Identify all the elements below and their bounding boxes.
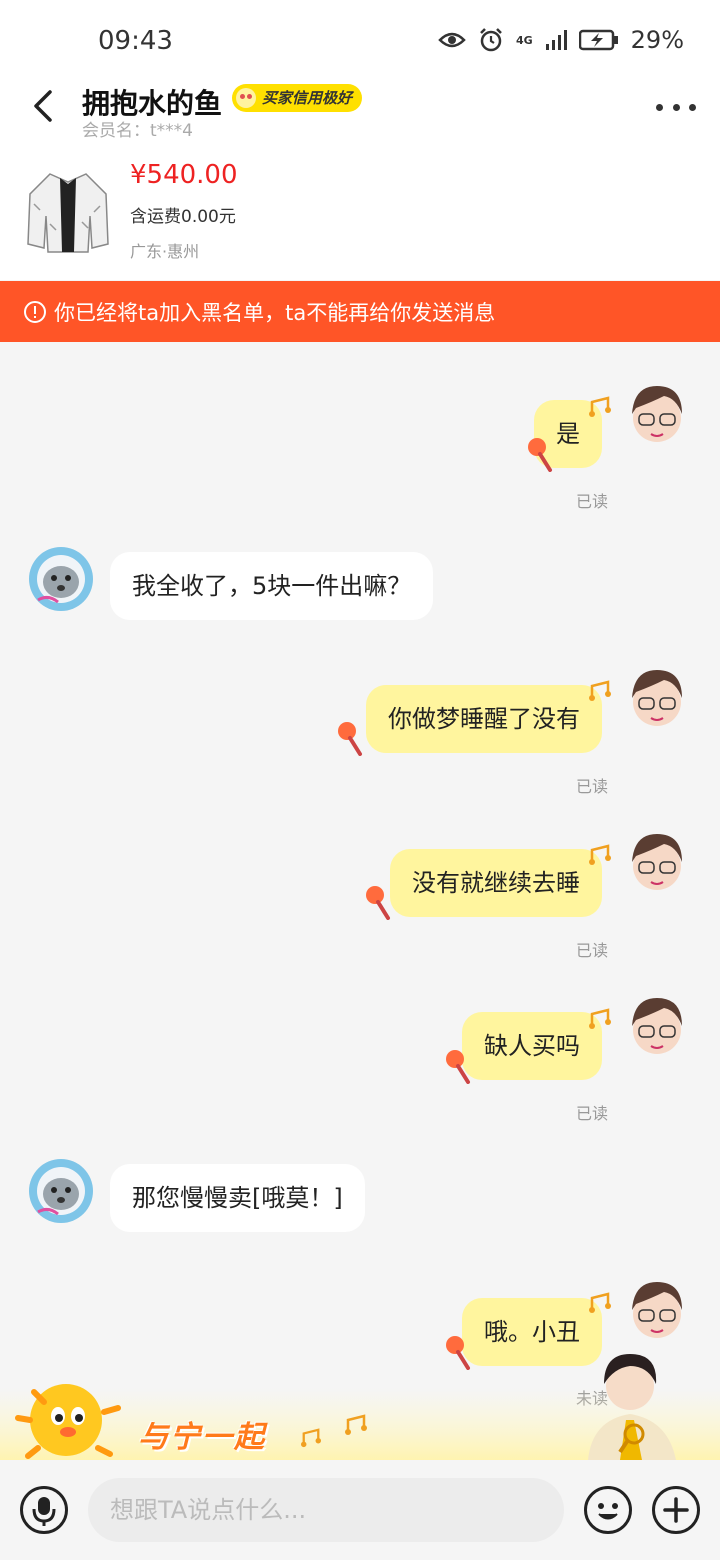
my-avatar[interactable] bbox=[624, 828, 690, 898]
partner-avatar[interactable] bbox=[28, 1156, 94, 1226]
message-text: 没有就继续去睡 bbox=[412, 869, 580, 897]
product-card[interactable]: ¥540.00 含运费0.00元 广东·惠州 bbox=[0, 150, 720, 280]
read-status: 已读 bbox=[576, 1104, 609, 1123]
alarm-icon bbox=[480, 28, 502, 52]
message-list[interactable]: 是 已读 我全收了，5块一件出嘛？ 你做梦睡醒了没有 已读 没有就继续去睡 已读… bbox=[0, 342, 720, 1458]
signal-icon bbox=[545, 30, 567, 50]
music-note-icon bbox=[301, 1428, 321, 1448]
music-note-icon bbox=[589, 1008, 611, 1029]
music-note-icon bbox=[589, 844, 611, 865]
microphone-deco-icon bbox=[446, 1050, 470, 1084]
message-bubble[interactable]: 那您慢慢卖[哦莫！] bbox=[110, 1164, 365, 1232]
product-location: 广东·惠州 bbox=[130, 242, 200, 261]
voice-input-button[interactable] bbox=[20, 1486, 68, 1534]
status-time: 09:43 bbox=[98, 26, 173, 56]
battery-percent: 29% bbox=[630, 26, 684, 54]
message-input[interactable] bbox=[88, 1478, 564, 1542]
blocklist-banner: 你已经将ta加入黑名单，ta不能再给你发送消息 bbox=[0, 281, 720, 342]
status-icons: 4G 29% bbox=[438, 26, 684, 54]
message-bubble[interactable]: 没有就继续去睡 bbox=[390, 849, 602, 917]
message-text: 那您慢慢卖[哦莫！] bbox=[132, 1184, 343, 1212]
message-bubble[interactable]: 我全收了，5块一件出嘛？ bbox=[110, 552, 434, 620]
message-text: 你做梦睡醒了没有 bbox=[388, 705, 580, 733]
dot-icon bbox=[689, 103, 696, 111]
message-bubble[interactable]: 缺人买吗 bbox=[462, 1012, 602, 1080]
my-avatar[interactable] bbox=[624, 380, 690, 450]
message-text: 缺人买吗 bbox=[484, 1032, 580, 1060]
more-actions-button[interactable] bbox=[652, 1486, 700, 1534]
music-note-icon bbox=[589, 1292, 611, 1313]
message-text: 是 bbox=[556, 420, 580, 448]
more-options-button[interactable] bbox=[656, 92, 696, 122]
back-button[interactable] bbox=[24, 86, 64, 126]
blocklist-banner-text: 你已经将ta加入黑名单，ta不能再给你发送消息 bbox=[54, 300, 496, 325]
mascot-sun-icon bbox=[15, 1384, 121, 1459]
plus-icon bbox=[663, 1497, 689, 1523]
status-bar: 09:43 4G 29% bbox=[0, 0, 720, 80]
chevron-left-icon bbox=[34, 90, 52, 122]
credit-badge-label: 买家信用极好 bbox=[262, 89, 353, 107]
microphone-deco-icon bbox=[446, 1336, 470, 1370]
product-jacket-image bbox=[20, 164, 116, 260]
eye-icon bbox=[438, 32, 466, 48]
battery-charging-icon bbox=[578, 29, 618, 51]
microphone-deco-icon bbox=[366, 886, 390, 920]
emoji-button[interactable] bbox=[584, 1486, 632, 1534]
microphone-icon bbox=[32, 1497, 56, 1526]
my-avatar[interactable] bbox=[624, 992, 690, 1062]
music-note-icon bbox=[345, 1414, 367, 1435]
music-note-icon bbox=[589, 680, 611, 701]
promo-text: 与宁一起 bbox=[138, 1420, 266, 1455]
promo-banner[interactable]: 与宁一起 bbox=[0, 1354, 720, 1460]
read-status: 已读 bbox=[576, 941, 609, 960]
member-id: 会员名：t***4 bbox=[82, 121, 193, 141]
product-shipping: 含运费0.00元 bbox=[130, 207, 236, 227]
read-status: 已读 bbox=[576, 492, 609, 511]
info-icon bbox=[24, 300, 46, 323]
chat-header: 拥抱水的鱼 买家信用极好 会员名：t***4 bbox=[0, 80, 720, 150]
music-note-icon bbox=[589, 396, 611, 417]
bottom-input-bar bbox=[0, 1460, 720, 1560]
my-avatar[interactable] bbox=[624, 1276, 690, 1346]
message-text: 哦。小丑 bbox=[484, 1318, 580, 1346]
dot-icon bbox=[656, 103, 663, 111]
network-type: 4G bbox=[515, 33, 533, 47]
smiley-face-icon bbox=[598, 1503, 618, 1520]
message-text: 我全收了，5块一件出嘛？ bbox=[132, 572, 412, 600]
top-area: 09:43 4G 29% 拥抱水的鱼 买家信用极好 会员名：t***4 ¥540… bbox=[0, 0, 720, 280]
dot-icon bbox=[672, 103, 680, 111]
microphone-deco-icon bbox=[338, 722, 362, 756]
credit-face-icon bbox=[236, 88, 256, 108]
message-bubble[interactable]: 你做梦睡醒了没有 bbox=[366, 685, 602, 753]
credit-badge: 买家信用极好 bbox=[232, 84, 363, 112]
product-price: ¥540.00 bbox=[130, 160, 238, 190]
partner-avatar[interactable] bbox=[28, 544, 94, 614]
read-status: 已读 bbox=[576, 777, 609, 796]
microphone-deco-icon bbox=[528, 438, 552, 472]
my-avatar[interactable] bbox=[624, 664, 690, 734]
promo-person-image bbox=[588, 1354, 676, 1460]
